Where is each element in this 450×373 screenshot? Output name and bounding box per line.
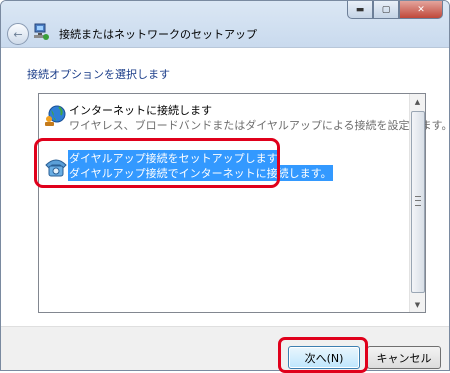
- connection-options-list[interactable]: インターネットに接続します ワイヤレス、ブロードバンドまたはダイヤルアップによる…: [38, 93, 449, 313]
- option-connect-internet[interactable]: インターネットに接続します ワイヤレス、ブロードバンドまたはダイヤルアップによる…: [41, 98, 449, 134]
- minimize-button[interactable]: ▬: [347, 1, 373, 19]
- grip-icon: [415, 196, 421, 206]
- caption-buttons: ▬ ▢ ✕: [347, 1, 443, 19]
- window-title: 接続またはネットワークのセットアップ: [59, 28, 257, 41]
- maximize-button[interactable]: ▢: [373, 1, 399, 19]
- cancel-button[interactable]: キャンセル: [367, 346, 441, 369]
- network-setup-icon: [34, 23, 49, 40]
- highlight-selected-option: [34, 138, 280, 188]
- button-bar: 次へ(N) キャンセル: [1, 326, 449, 370]
- vertical-scrollbar[interactable]: ▲ ▼: [409, 94, 425, 312]
- close-button[interactable]: ✕: [399, 1, 443, 19]
- highlight-next-button: [278, 337, 368, 373]
- scroll-down-icon[interactable]: ▼: [410, 297, 425, 312]
- scroll-thumb[interactable]: [411, 111, 425, 293]
- globe-network-icon: [45, 105, 66, 126]
- back-arrow-icon[interactable]: ←: [7, 23, 29, 45]
- option-title: インターネットに接続します: [69, 104, 212, 117]
- title-bar: ▬ ▢ ✕ ← 接続またはネットワークのセットアップ: [1, 1, 449, 47]
- option-description: ワイヤレス、ブロードバンドまたはダイヤルアップによる接続を設定します。: [69, 119, 450, 132]
- main-instruction: 接続オプションを選択します: [27, 68, 170, 81]
- scroll-up-icon[interactable]: ▲: [410, 94, 425, 109]
